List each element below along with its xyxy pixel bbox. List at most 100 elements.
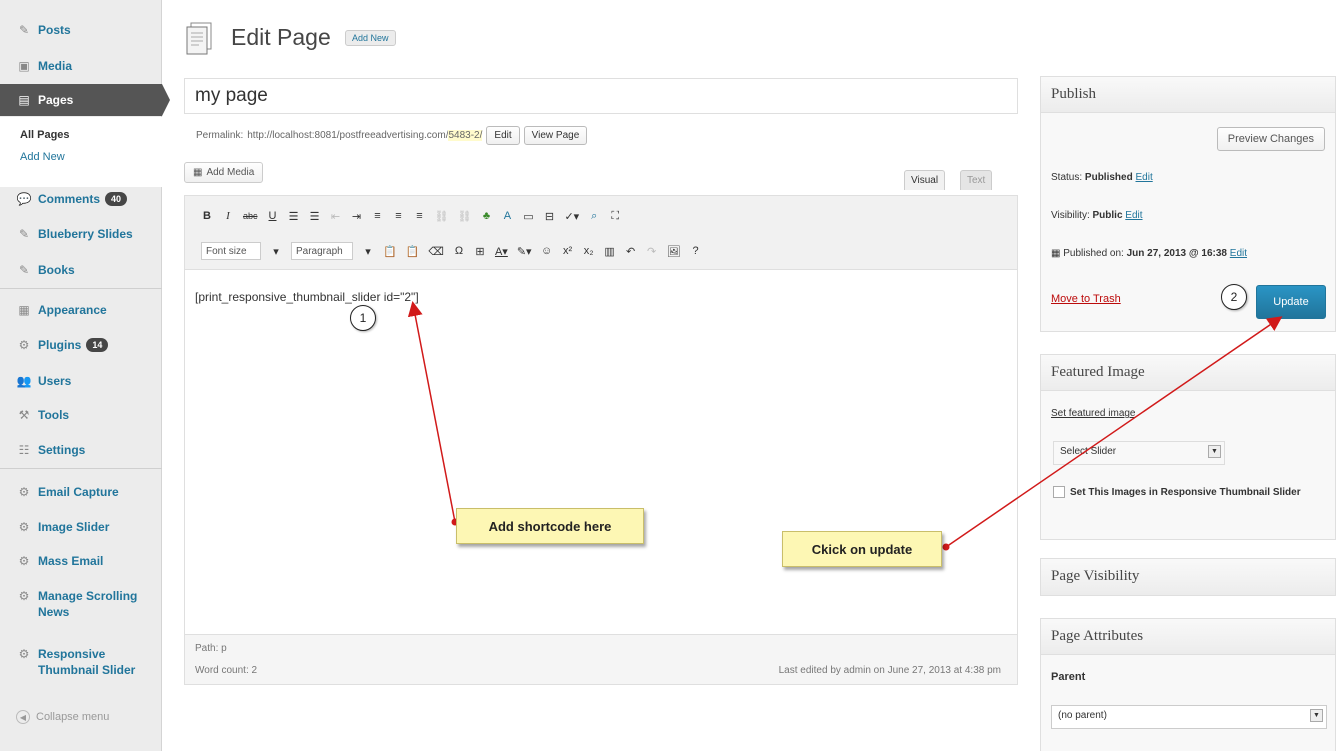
font-size-select[interactable]: Font size	[201, 242, 261, 260]
menu-appearance[interactable]: ▦ Appearance	[0, 302, 162, 318]
spellcheck-icon[interactable]: ✓▾	[564, 208, 579, 224]
page-attributes-title: Page Attributes	[1041, 619, 1335, 655]
undo-icon[interactable]: ↶	[625, 243, 637, 259]
menu-media[interactable]: ▣ Media	[0, 58, 162, 74]
more-tag-icon[interactable]: ▭	[522, 208, 534, 224]
editor-content[interactable]: [print_responsive_thumbnail_slider id="2…	[195, 290, 419, 304]
underline-icon[interactable]: U	[267, 208, 279, 224]
toolbar-row-1: B I abc U ☰ ☰ ⇤ ⇥ ≡ ≡ ≡ ⛓ ⛓ ♣ A ▭ ⊟ ✓▾ ⌕…	[201, 208, 621, 224]
edit-status-link[interactable]: Edit	[1136, 172, 1153, 183]
preview-changes-button[interactable]: Preview Changes	[1216, 127, 1325, 151]
insert-media-icon[interactable]: ♣	[480, 208, 492, 224]
publish-box: Publish Preview Changes Status: Publishe…	[1040, 76, 1336, 332]
fullscreen-icon[interactable]: ⛶	[609, 208, 621, 224]
post-title-input[interactable]: my page	[184, 78, 1018, 114]
edit-page-icon	[186, 22, 212, 55]
strikethrough-icon[interactable]: abc	[243, 208, 258, 224]
menu-comments[interactable]: 💬 Comments 40	[0, 191, 162, 207]
menu-separator	[0, 288, 162, 289]
highlight-icon[interactable]: ✎▾	[517, 243, 532, 259]
help-icon[interactable]: ?	[690, 243, 702, 259]
update-button[interactable]: Update	[1256, 285, 1326, 319]
page-break-icon[interactable]: ⊟	[543, 208, 555, 224]
menu-email-capture[interactable]: ⚙ Email Capture	[0, 484, 162, 500]
pin-icon: ✎	[18, 227, 30, 241]
align-center-icon[interactable]: ≡	[393, 208, 405, 224]
tab-visual[interactable]: Visual	[904, 170, 946, 190]
editor-status-bar: Path: p Word count: 2 Last edited by adm…	[185, 634, 1017, 684]
parent-select[interactable]: (no parent) ▼	[1051, 705, 1327, 729]
insert-page-icon[interactable]: ▥	[604, 243, 616, 259]
edit-visibility-link[interactable]: Edit	[1125, 210, 1142, 221]
menu-settings[interactable]: ☷ Settings	[0, 442, 162, 458]
page-visibility-box[interactable]: Page Visibility	[1040, 558, 1336, 596]
italic-icon[interactable]: I	[222, 208, 234, 224]
callout-add-shortcode: Add shortcode here	[456, 508, 644, 544]
align-right-icon[interactable]: ≡	[414, 208, 426, 224]
menu-image-slider[interactable]: ⚙ Image Slider	[0, 519, 162, 535]
comments-count-badge: 40	[105, 192, 128, 206]
add-media-button[interactable]: ▦ Add Media	[184, 162, 264, 183]
link-icon[interactable]: ⛓	[435, 208, 449, 224]
last-edited-info: Last edited by admin on June 27, 2013 at…	[778, 665, 1001, 676]
outdent-icon[interactable]: ⇤	[330, 208, 342, 224]
clear-formatting-icon[interactable]: ⌫	[428, 243, 444, 259]
move-to-trash-link[interactable]: Move to Trash	[1051, 293, 1121, 305]
paragraph-select[interactable]: Paragraph	[291, 242, 353, 260]
permalink-slug: 5483-2/	[448, 130, 483, 141]
font-color-icon[interactable]: A▾	[495, 243, 508, 259]
menu-responsive-thumbnail-slider[interactable]: ⚙ Responsive Thumbnail Slider	[0, 646, 162, 678]
chevron-down-icon: ▼	[1310, 709, 1323, 722]
set-featured-image-link[interactable]: Set featured image	[1051, 408, 1136, 419]
subscript-icon[interactable]: x₂	[583, 243, 595, 259]
appearance-icon: ▦	[18, 303, 30, 317]
smiley-icon[interactable]: ☺	[541, 243, 553, 259]
element-path: Path: p	[195, 643, 227, 654]
insert-image-icon[interactable]: 🖼	[667, 243, 681, 259]
redo-icon[interactable]: ↷	[646, 243, 658, 259]
bullet-list-icon[interactable]: ☰	[288, 208, 300, 224]
pin-icon: ✎	[18, 263, 30, 277]
page-title: Edit Page	[231, 24, 331, 50]
comment-icon: 💬	[16, 192, 32, 206]
special-char-icon[interactable]: Ω	[453, 243, 465, 259]
paste-word-icon[interactable]: 📋	[406, 243, 420, 259]
find-icon[interactable]: ⌕	[588, 208, 600, 224]
media-icon: ▣	[18, 59, 30, 73]
numbered-list-icon[interactable]: ☰	[309, 208, 321, 224]
edit-permalink-button[interactable]: Edit	[486, 126, 520, 145]
bold-icon[interactable]: B	[201, 208, 213, 224]
menu-pages[interactable]: ▤ Pages	[0, 84, 170, 116]
menu-users[interactable]: 👥 Users	[0, 373, 162, 389]
superscript-icon[interactable]: x²	[562, 243, 574, 259]
align-left-icon[interactable]: ≡	[372, 208, 384, 224]
menu-plugins[interactable]: ⚙ Plugins 14	[0, 337, 162, 353]
insert-table-icon[interactable]: ⊞	[474, 243, 486, 259]
paste-text-icon[interactable]: 📋	[383, 243, 397, 259]
calendar-icon: ▦	[1051, 248, 1061, 259]
text-color-icon[interactable]: A	[501, 208, 513, 224]
chevron-down-icon: ▼	[1208, 445, 1221, 458]
menu-manage-scrolling-news[interactable]: ⚙ Manage Scrolling News	[0, 588, 162, 620]
unlink-icon[interactable]: ⛓	[457, 208, 471, 224]
menu-tools[interactable]: ⚒ Tools	[0, 407, 162, 423]
view-page-button[interactable]: View Page	[523, 126, 588, 145]
collapse-menu[interactable]: ◀ Collapse menu	[16, 710, 109, 724]
callout-click-update: Ckick on update	[782, 531, 942, 567]
word-count: Word count: 2	[195, 665, 258, 676]
edit-date-link[interactable]: Edit	[1230, 248, 1247, 259]
submenu-all-pages[interactable]: All Pages	[20, 129, 70, 141]
menu-separator	[0, 468, 162, 469]
indent-icon[interactable]: ⇥	[351, 208, 363, 224]
permalink-url[interactable]: http://localhost:8081/postfreeadvertisin…	[247, 130, 483, 141]
menu-books[interactable]: ✎ Books	[0, 262, 162, 278]
add-new-page-button[interactable]: Add New	[345, 30, 396, 46]
submenu-add-new[interactable]: Add New	[20, 151, 65, 163]
menu-blueberry-slides[interactable]: ✎ Blueberry Slides	[0, 226, 162, 242]
tab-text[interactable]: Text	[960, 170, 993, 190]
published-on-value: Jun 27, 2013 @ 16:38	[1126, 248, 1227, 259]
menu-posts[interactable]: ✎ Posts	[0, 22, 162, 38]
pages-submenu: All Pages Add New	[0, 117, 162, 187]
menu-mass-email[interactable]: ⚙ Mass Email	[0, 553, 162, 569]
select-slider-dropdown[interactable]: Select Slider ▼	[1053, 441, 1225, 465]
